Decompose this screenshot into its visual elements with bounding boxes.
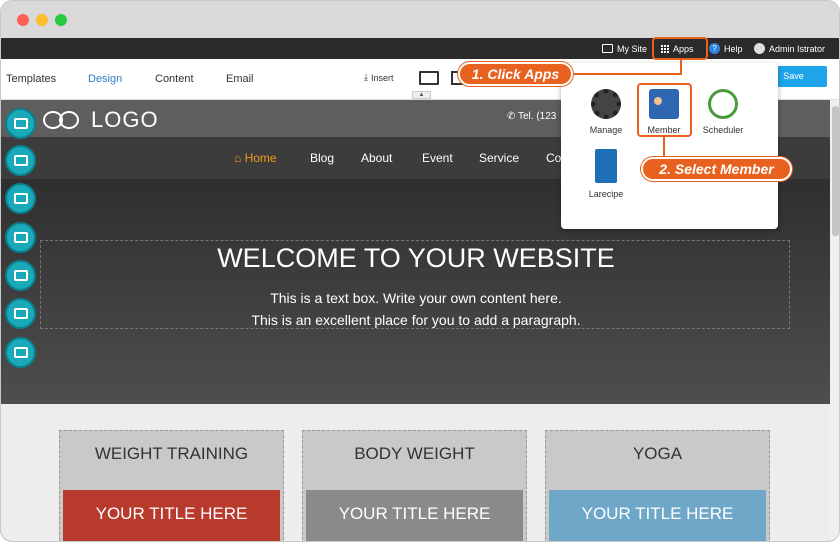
minimize-window-button[interactable]: [36, 14, 48, 26]
admin-bar: My Site Apps ? Help Admin Istrator: [1, 38, 839, 59]
card-weight-training[interactable]: WEIGHT TRAINING YOUR TITLE HERE: [59, 430, 284, 541]
card-title: BODY WEIGHT: [354, 444, 475, 463]
help-label: Help: [724, 43, 743, 54]
avatar: [754, 43, 765, 54]
hero-paragraph: This is a text box. Write your own conte…: [251, 290, 581, 328]
card-title: WEIGHT TRAINING: [94, 444, 249, 463]
card-body-weight[interactable]: BODY WEIGHT YOUR TITLE HERE: [302, 430, 527, 541]
card-image: YOUR TITLE HERE: [306, 490, 523, 541]
nav-home[interactable]: ⌂ Home: [234, 151, 277, 165]
help-link[interactable]: ? Help: [709, 38, 743, 59]
clock-icon: [708, 89, 738, 119]
card-image-title: YOUR TITLE HERE: [95, 504, 248, 523]
app-window: My Site Apps ? Help Admin Istrator Templ…: [0, 0, 840, 542]
my-site-label: My Site: [617, 43, 648, 54]
book-icon: [595, 149, 617, 183]
connector-line: [663, 137, 665, 158]
sidebar-menu-button[interactable]: [5, 183, 36, 214]
nav-contact[interactable]: Co: [546, 151, 561, 165]
nav-about[interactable]: About: [361, 151, 392, 165]
connector-line: [574, 73, 682, 75]
menu-icon: [13, 193, 28, 204]
card-image: YOUR TITLE HERE: [63, 490, 280, 541]
media-icon: [13, 347, 28, 358]
sidebar-footer-button[interactable]: [5, 298, 36, 329]
tab-content[interactable]: Content: [155, 73, 194, 85]
connector-line: [680, 60, 682, 74]
step1-callout: 1. Click Apps: [458, 62, 573, 86]
user-menu[interactable]: Admin Istrator: [754, 38, 825, 59]
help-icon: ?: [709, 43, 720, 54]
app-larecipe[interactable]: Larecipe: [576, 149, 636, 199]
apps-highlight: [652, 37, 708, 60]
close-window-button[interactable]: [17, 14, 29, 26]
download-icon: ⤓: [364, 72, 368, 82]
gear-icon: [591, 89, 621, 119]
nav-service[interactable]: Service: [479, 151, 519, 165]
tab-email[interactable]: Email: [226, 73, 254, 85]
layout-icon: [13, 118, 28, 129]
sidebar-image-button[interactable]: [5, 222, 36, 253]
card-yoga[interactable]: YOGA YOUR TITLE HERE: [545, 430, 770, 541]
card-image-title: YOUR TITLE HERE: [338, 504, 491, 523]
app-scheduler[interactable]: Scheduler: [693, 89, 753, 135]
site-logo[interactable]: LOGO: [43, 107, 159, 133]
logo-text: LOGO: [91, 107, 159, 132]
collapse-toolbar-button[interactable]: ▲: [412, 91, 431, 99]
browser-icon: [602, 44, 613, 53]
app-manage[interactable]: Manage: [576, 89, 636, 135]
tab-design[interactable]: Design: [88, 73, 122, 85]
image-icon: [13, 232, 28, 243]
sidebar-header-button[interactable]: [5, 108, 36, 139]
desktop-view-icon[interactable]: [419, 71, 439, 85]
nav-blog[interactable]: Blog: [310, 151, 334, 165]
user-name: Admin Istrator: [769, 43, 826, 54]
card-image-title: YOUR TITLE HERE: [581, 504, 734, 523]
card-title: YOGA: [632, 444, 683, 463]
scrollbar-thumb[interactable]: [832, 106, 839, 236]
gallery-icon: [13, 270, 28, 281]
tab-templates[interactable]: Templates: [6, 73, 56, 85]
card-image: YOUR TITLE HERE: [549, 490, 766, 541]
sidebar-gallery-button[interactable]: [5, 260, 36, 291]
section-icon: [13, 155, 28, 166]
logo-icon: [43, 109, 83, 131]
phone-number: ✆ Tel. (123: [507, 111, 557, 122]
hero-text-box[interactable]: WELCOME TO YOUR WEBSITE This is a text b…: [40, 240, 790, 329]
hero-title: WELCOME TO YOUR WEBSITE: [217, 243, 615, 273]
insert-button[interactable]: ⤓ Insert: [364, 72, 394, 83]
member-highlight: [637, 83, 692, 137]
title-bar: [1, 1, 839, 38]
nav-event[interactable]: Event: [422, 151, 453, 165]
footer-icon: [13, 308, 28, 319]
sidebar-media-button[interactable]: [5, 337, 36, 368]
my-site-link[interactable]: My Site: [602, 38, 647, 59]
step2-callout: 2. Select Member: [641, 157, 792, 181]
insert-label: Insert: [370, 72, 394, 83]
maximize-window-button[interactable]: [55, 14, 67, 26]
sidebar-section-button[interactable]: [5, 145, 36, 176]
cards-section: WEIGHT TRAINING YOUR TITLE HERE BODY WEI…: [1, 404, 830, 541]
vertical-scrollbar[interactable]: [830, 100, 839, 541]
